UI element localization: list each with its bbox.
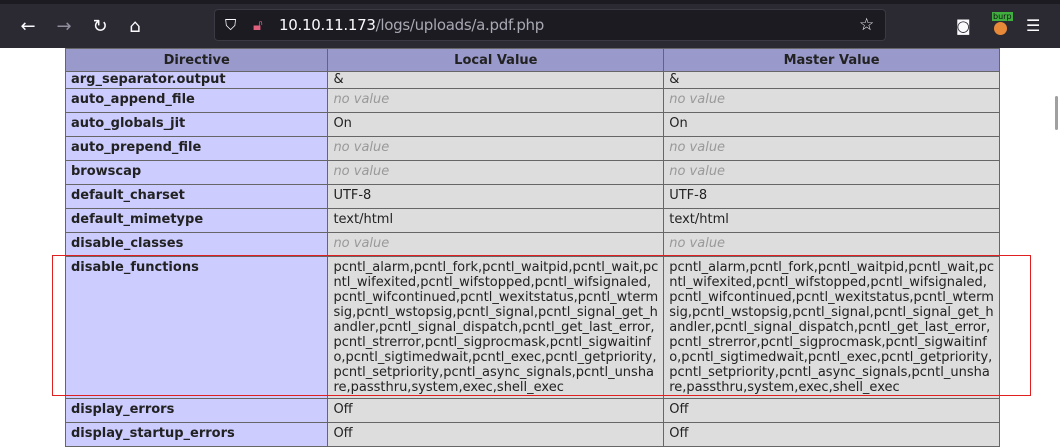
value-line: pcntl_strerror,pcntl_sigprocmask,pcntl_s… [333,335,651,350]
directive-name: disable_classes [64,232,329,257]
local-value: no value [327,88,665,113]
forward-icon[interactable]: → [50,12,78,40]
burp-extension-icon[interactable]: burp [992,12,1013,35]
back-icon[interactable]: ← [14,12,42,40]
php-config-table: Directive Local Value Master Value arg_s… [64,48,1000,447]
menu-icon[interactable]: ☰ [1026,16,1040,35]
value-line: sig,pcntl_wstopsig,pcntl_signal,pcntl_si… [333,305,658,320]
header-master-value: Master Value [663,48,1000,72]
value-line: pcntl_wifcontinued,pcntl_wexitstatus,pcn… [333,290,659,305]
master-value: pcntl_alarm,pcntl_fork,pcntl_waitpid,pcn… [663,256,1000,399]
table-row: disable_functions pcntl_alarm,pcntl_fork,… [64,256,1000,399]
value-line: pcntl_alarm,pcntl_fork,pcntl_waitpid,pcn… [333,260,659,275]
address-bar[interactable]: ⛉ 🔓︎ 10.10.11.173/logs/uploads/a.pdf.php… [214,9,886,41]
value-line: sig,pcntl_wstopsig,pcntl_signal,pcntl_si… [669,305,994,320]
scrollbar[interactable] [1055,96,1058,130]
value-line: pcntl_strerror,pcntl_sigprocmask,pcntl_s… [669,335,987,350]
local-value: text/html [327,208,665,233]
burp-label: burp [992,12,1013,21]
table-row: default_mimetype text/html text/html [64,208,1000,233]
table-row: default_charset UTF-8 UTF-8 [64,184,1000,209]
value-line: andler,pcntl_signal_dispatch,pcntl_get_l… [669,320,991,335]
url-text[interactable]: 10.10.11.173/logs/uploads/a.pdf.php [279,16,544,34]
value-line: o,pcntl_sigtimedwait,pcntl_exec,pcntl_ge… [333,350,657,365]
table-row: browscap no value no value [64,160,1000,185]
value-line: pcntl_wifcontinued,pcntl_wexitstatus,pcn… [669,290,994,305]
local-value: no value [327,136,665,161]
local-value: no value [327,160,665,185]
local-value: no value [327,232,665,257]
header-directive: Directive [64,48,329,72]
directive-name: arg_separator.output [64,71,329,89]
local-value: UTF-8 [327,184,665,209]
browser-toolbar: ← → ↻ ⌂ ⛉ 🔓︎ 10.10.11.173/logs/uploads/a… [0,4,1060,48]
value-line: pcntl_setpriority,pcntl_async_signals,pc… [333,365,655,380]
table-row: display_errors Off Off [64,398,1000,423]
local-value: Off [327,422,665,447]
directive-name: display_startup_errors [64,422,329,447]
directive-name: display_errors [64,398,329,423]
header-local-value: Local Value [327,48,665,72]
table-row: disable_classes no value no value [64,232,1000,257]
master-value: no value [663,232,1000,257]
directive-name: auto_append_file [64,88,329,113]
value-line: ntl_wifexited,pcntl_wifstopped,pcntl_wif… [669,275,987,290]
master-value: Off [663,422,1000,447]
table-row: auto_prepend_file no value no value [64,136,1000,161]
reload-icon[interactable]: ↻ [86,12,114,40]
value-line: re,passthru,system,exec,shell_exec [333,380,564,395]
directive-name: auto_prepend_file [64,136,329,161]
url-path: /logs/uploads/a.pdf.php [375,16,545,34]
master-value: no value [663,88,1000,113]
value-line: pcntl_alarm,pcntl_fork,pcntl_waitpid,pcn… [669,260,994,275]
value-line: pcntl_setpriority,pcntl_async_signals,pc… [669,365,990,380]
pocket-icon[interactable]: ◙ [956,17,971,35]
insecure-lock-icon[interactable]: 🔓︎ [253,16,263,34]
directive-name: auto_globals_jit [64,112,329,137]
bookmark-star-icon[interactable]: ☆ [859,15,874,35]
local-value: & [327,71,665,89]
master-value: Off [663,398,1000,423]
local-value: Off [327,398,665,423]
home-icon[interactable]: ⌂ [121,12,149,40]
table-row: auto_globals_jit On On [64,112,1000,137]
local-value: On [327,112,665,137]
directive-name: default_mimetype [64,208,329,233]
master-value: On [663,112,1000,137]
shield-icon[interactable]: ⛉ [225,16,236,34]
value-line: ntl_wifexited,pcntl_wifstopped,pcntl_wif… [333,275,652,290]
table-row: arg_separator.output & & [64,71,1000,89]
master-value: & [663,71,1000,89]
master-value: UTF-8 [663,184,1000,209]
directive-name: browscap [64,160,329,185]
master-value: no value [663,160,1000,185]
local-value: pcntl_alarm,pcntl_fork,pcntl_waitpid,pcn… [327,256,665,399]
value-line: andler,pcntl_signal_dispatch,pcntl_get_l… [333,320,655,335]
burp-face-icon [994,22,1007,35]
directive-name: default_charset [64,184,329,209]
master-value: text/html [663,208,1000,233]
master-value: no value [663,136,1000,161]
value-line: re,passthru,system,exec,shell_exec [669,380,900,395]
value-line: o,pcntl_sigtimedwait,pcntl_exec,pcntl_ge… [669,350,993,365]
table-row: auto_append_file no value no value [64,88,1000,113]
directive-name: disable_functions [64,256,329,399]
url-host: 10.10.11.173 [279,16,376,34]
table-row: display_startup_errors Off Off [64,422,1000,447]
